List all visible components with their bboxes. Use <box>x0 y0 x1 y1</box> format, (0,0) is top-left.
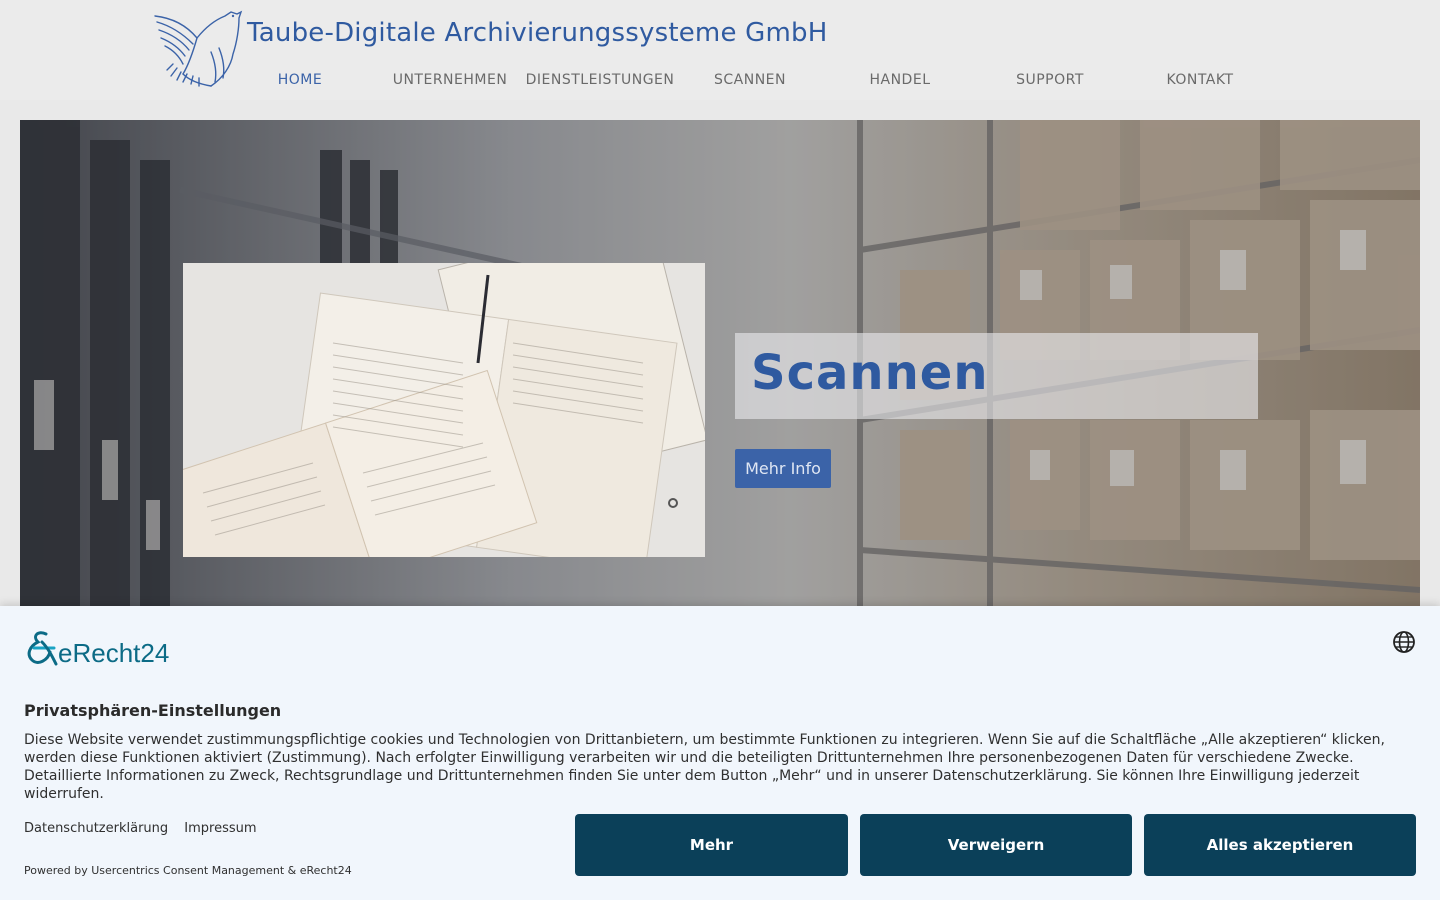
erecht24-ampersand-icon <box>27 631 58 666</box>
nav-item-dienstleistungen[interactable]: DIENSTLEISTUNGEN <box>525 72 675 88</box>
hero-title: Scannen <box>751 345 989 401</box>
deny-button[interactable]: Verweigern <box>860 814 1132 876</box>
hero-slider: Scannen Mehr Info <box>20 120 1420 610</box>
nav-item-support[interactable]: SUPPORT <box>975 72 1125 88</box>
cookie-consent-banner: eRecht24 Privatsphären-Einstellungen Die… <box>0 606 1440 900</box>
more-button[interactable]: Mehr <box>575 814 848 876</box>
nav-item-kontakt[interactable]: KONTAKT <box>1125 72 1275 88</box>
open-books-image <box>183 263 705 557</box>
nav-item-home[interactable]: HOME <box>225 72 375 88</box>
more-info-button[interactable]: Mehr Info <box>735 449 831 488</box>
consent-description: Diese Website verwendet zustimmungspflic… <box>24 732 1385 802</box>
nav-item-handel[interactable]: HANDEL <box>825 72 975 88</box>
site-header: Taube-Digitale Archivierungssysteme GmbH… <box>0 0 1440 100</box>
consent-links: Datenschutzerklärung Impressum <box>24 821 269 836</box>
powered-by-text: Powered by Usercentrics Consent Manageme… <box>24 864 352 877</box>
globe-icon[interactable] <box>1392 630 1416 654</box>
open-books-photo <box>183 263 705 557</box>
hero-title-box: Scannen <box>735 333 1258 419</box>
site-title[interactable]: Taube-Digitale Archivierungssysteme GmbH <box>247 18 827 48</box>
accept-all-button[interactable]: Alles akzeptieren <box>1144 814 1416 876</box>
nav-item-scannen[interactable]: SCANNEN <box>675 72 825 88</box>
privacy-policy-link[interactable]: Datenschutzerklärung <box>24 821 168 836</box>
consent-heading: Privatsphären-Einstellungen <box>24 701 282 720</box>
erecht24-logo: eRecht24 <box>24 630 194 668</box>
main-navigation: HOME UNTERNEHMEN DIENSTLEISTUNGEN SCANNE… <box>0 72 1440 92</box>
imprint-link[interactable]: Impressum <box>184 821 256 836</box>
erecht24-logo-text: eRecht24 <box>58 638 170 668</box>
nav-item-unternehmen[interactable]: UNTERNEHMEN <box>375 72 525 88</box>
